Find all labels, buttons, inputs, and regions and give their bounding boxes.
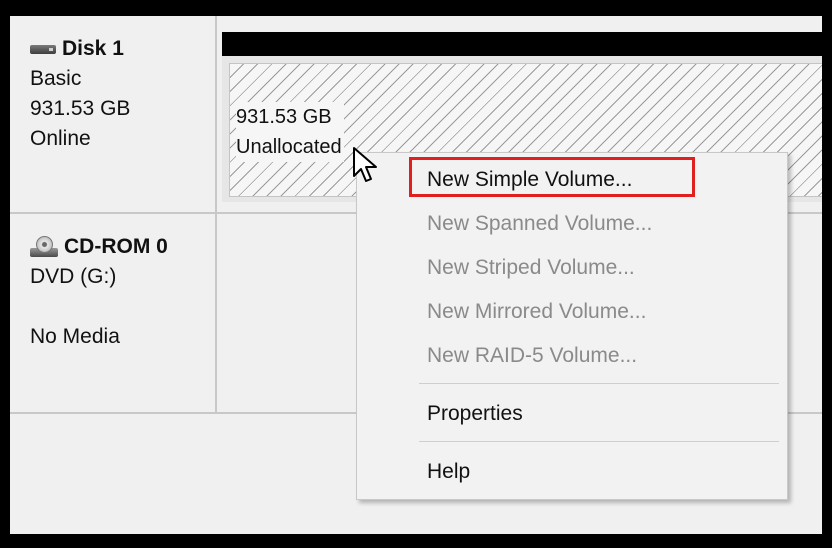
menu-item-new-spanned-volume[interactable]: New Spanned Volume... xyxy=(427,207,652,241)
menu-item-new-striped-volume[interactable]: New Striped Volume... xyxy=(427,251,635,285)
context-menu: New Simple Volume... New Spanned Volume.… xyxy=(356,152,788,500)
menu-item-new-mirrored-volume[interactable]: New Mirrored Volume... xyxy=(427,295,646,329)
menu-item-properties[interactable]: Properties xyxy=(427,397,523,431)
disk-list: Disk 1 Basic 931.53 GB Online CD-ROM 0 D… xyxy=(10,16,216,534)
volume-state: Unallocated xyxy=(236,132,344,162)
menu-separator xyxy=(419,383,779,384)
disk-type: Basic xyxy=(30,67,82,90)
disk-1-label[interactable]: Disk 1 Basic 931.53 GB Online xyxy=(30,34,130,154)
column-divider xyxy=(215,214,217,412)
volume-size: 931.53 GB xyxy=(236,102,344,132)
hard-disk-icon xyxy=(30,42,56,56)
volume-header-bar xyxy=(222,32,822,56)
disk-type: DVD (G:) xyxy=(30,265,117,288)
disk-size xyxy=(30,292,168,322)
menu-item-new-simple-volume[interactable]: New Simple Volume... xyxy=(427,163,632,197)
menu-separator xyxy=(419,441,779,442)
column-divider xyxy=(215,16,217,214)
cd-rom-icon xyxy=(30,235,60,259)
menu-item-help[interactable]: Help xyxy=(427,455,470,489)
mouse-pointer-icon xyxy=(353,147,377,182)
disk-status: Online xyxy=(30,127,91,150)
disk-size: 931.53 GB xyxy=(30,97,131,120)
cd-rom-0-label[interactable]: CD-ROM 0 DVD (G:) No Media xyxy=(30,232,168,352)
disk-management-panel: Disk 1 Basic 931.53 GB Online CD-ROM 0 D… xyxy=(10,16,822,534)
disk-name: Disk 1 xyxy=(62,37,124,60)
disk-status: No Media xyxy=(30,325,120,348)
disk-name: CD-ROM 0 xyxy=(64,235,168,258)
menu-item-new-raid5-volume[interactable]: New RAID-5 Volume... xyxy=(427,339,637,373)
